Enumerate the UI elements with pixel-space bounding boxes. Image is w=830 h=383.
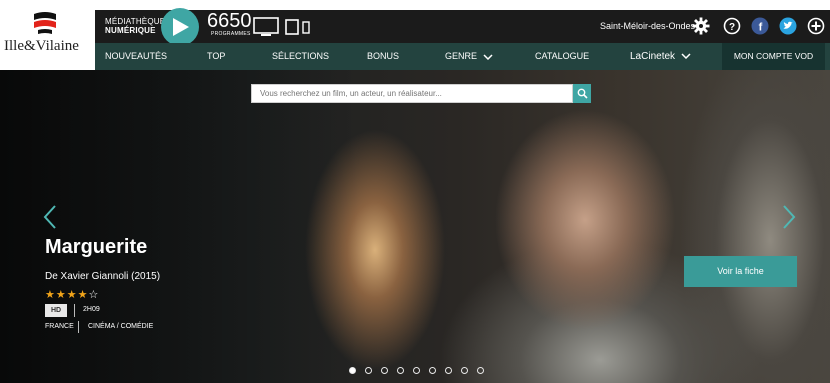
logo-text: Ille&Vilaine (4, 38, 79, 54)
carousel-dot[interactable] (381, 367, 388, 374)
gear-icon[interactable] (692, 17, 710, 35)
nav-item-genre-label: GENRE (445, 51, 478, 61)
carousel-dot[interactable] (429, 367, 436, 374)
carousel-dot[interactable] (477, 367, 484, 374)
carousel-dot[interactable] (413, 367, 420, 374)
rating-stars-filled: ★★★★ (45, 289, 89, 301)
chevron-down-icon (483, 54, 493, 60)
phone-icon (302, 21, 310, 34)
film-country: FRANCE (45, 323, 74, 330)
film-byline: De Xavier Giannoli (2015) (45, 271, 161, 282)
hd-badge: HD (45, 304, 67, 317)
my-vod-account-button[interactable]: MON COMPTE VOD (722, 43, 825, 70)
divider (74, 304, 75, 317)
carousel-dot[interactable] (445, 367, 452, 374)
monitor-icon (253, 17, 279, 36)
logo[interactable]: Ille&Vilaine (0, 0, 95, 70)
view-details-button[interactable]: Voir la fiche (684, 256, 797, 287)
mediatheque-line-2: NUMÉRIQUE (105, 26, 156, 35)
nav-item-bonus[interactable]: BONUS (367, 43, 399, 70)
svg-text:f: f (759, 22, 763, 34)
carousel-dot[interactable] (397, 367, 404, 374)
twitter-icon[interactable] (779, 17, 797, 35)
search-button[interactable] (573, 84, 591, 103)
ille-et-vilaine-logo-icon (34, 12, 56, 34)
nav-item-catalogue[interactable]: CATALOGUE (535, 43, 589, 70)
nav-item-top[interactable]: TOP (207, 43, 225, 70)
help-icon[interactable]: ? (723, 17, 741, 35)
play-icon (173, 18, 189, 36)
nav-item-nouveautes[interactable]: NOUVEAUTÉS (105, 43, 167, 70)
nav-item-lacinetek-label: LaCinetek (630, 51, 676, 62)
programs-count: 6650 (207, 10, 252, 32)
programs-label: PROGRAMMES (211, 31, 251, 37)
chevron-down-icon (681, 53, 691, 60)
svg-text:?: ? (729, 22, 735, 33)
main-nav: NOUVEAUTÉS TOP SÉLECTIONS BONUS GENRE CA… (95, 43, 830, 70)
carousel-dot[interactable] (365, 367, 372, 374)
facebook-icon[interactable]: f (751, 17, 769, 35)
search-input[interactable] (251, 84, 573, 103)
tablet-icon (285, 19, 299, 35)
hero-banner: Marguerite De Xavier Giannoli (2015) ★★★… (0, 70, 830, 383)
nav-item-genre[interactable]: GENRE (445, 43, 493, 70)
carousel-prev-icon[interactable] (42, 204, 58, 230)
play-button[interactable] (161, 8, 199, 46)
search-icon (577, 88, 588, 99)
plus-icon[interactable] (807, 17, 825, 35)
top-bar: MÉDIATHÈQUE NUMÉRIQUE 6650 PROGRAMMES Sa… (95, 8, 830, 46)
nav-item-selections[interactable]: SÉLECTIONS (272, 43, 329, 70)
rating-stars: ★★★★☆ (45, 288, 99, 301)
divider (78, 321, 79, 333)
nav-item-lacinetek[interactable]: LaCinetek (630, 43, 691, 70)
carousel-next-icon[interactable] (781, 204, 797, 230)
library-name[interactable]: Saint-Méloir-des-Ondes (600, 21, 695, 31)
mediatheque-title[interactable]: MÉDIATHÈQUE NUMÉRIQUE (105, 17, 165, 35)
carousel-dot[interactable] (349, 367, 356, 374)
carousel-dot[interactable] (461, 367, 468, 374)
film-genre: CINÉMA / COMÉDIE (88, 323, 154, 330)
film-duration: 2H09 (83, 306, 100, 313)
mediatheque-line-1: MÉDIATHÈQUE (105, 17, 166, 26)
rating-stars-empty: ☆ (88, 289, 100, 301)
film-title[interactable]: Marguerite (45, 236, 147, 259)
